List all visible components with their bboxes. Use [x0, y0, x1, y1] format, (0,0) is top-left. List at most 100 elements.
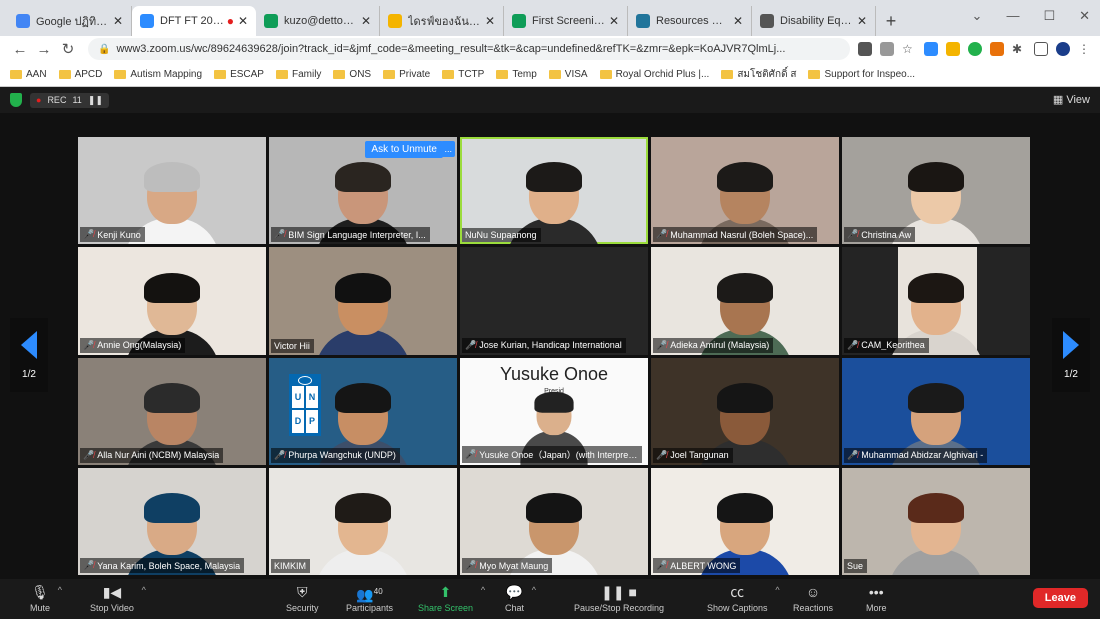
recording-indicator[interactable]: ● REC 11 ❚❚: [30, 92, 109, 108]
participant-name-tag: 🎤̸ Adieka Amirul (Malaysia): [653, 337, 774, 353]
participant-tile[interactable]: 🎤̸ Kenji Kuno: [78, 137, 266, 245]
captions-options-caret[interactable]: ^: [775, 585, 779, 595]
extension-icon-4[interactable]: [990, 42, 1004, 56]
new-tab-button[interactable]: +: [876, 6, 906, 36]
tab-favicon-icon: [388, 14, 402, 28]
security-shield-icon[interactable]: [10, 93, 22, 107]
bookmark-item[interactable]: Temp: [496, 69, 537, 80]
window-controls: ⌄ — ☐ ✕: [972, 8, 1090, 24]
reload-icon[interactable]: ↻: [56, 40, 80, 58]
forward-icon[interactable]: →: [32, 41, 56, 58]
browser-tab[interactable]: DFT FT 2021 ● ✕: [132, 6, 256, 36]
participant-tile[interactable]: 🎤̸ Muhammad Nasrul (Boleh Space)...: [651, 137, 839, 245]
participant-tile[interactable]: 🎤̸ Annie Ong(Malaysia): [78, 247, 266, 355]
arrow-left-icon: [21, 330, 37, 359]
next-page-button[interactable]: 1/2: [1052, 318, 1090, 392]
participant-tile[interactable]: Yusuke OnoePresid🎤̸Yusuke Onoe（Japan）(wi…: [460, 357, 648, 465]
share-options-caret[interactable]: ^: [481, 585, 485, 595]
tile-more-options-button[interactable]: ...: [441, 141, 455, 157]
close-tab-icon[interactable]: ✕: [361, 14, 371, 28]
view-button[interactable]: ▦ View: [1053, 93, 1090, 106]
participant-tile[interactable]: Sue: [842, 467, 1030, 575]
share-icon[interactable]: [880, 42, 894, 56]
participant-tile[interactable]: 🎤̸ Adieka Amirul (Malaysia): [651, 247, 839, 355]
back-icon[interactable]: ←: [8, 41, 32, 58]
folder-icon: [114, 69, 127, 79]
bookmark-item[interactable]: Family: [275, 69, 321, 80]
participant-tile[interactable]: Ask to Unmute... 🎤̸ BIM Sign Language Inte…: [269, 137, 457, 245]
close-tab-icon[interactable]: ✕: [733, 14, 743, 28]
browser-tab[interactable]: kuzo@dettonun ✕: [256, 6, 380, 36]
browser-tab[interactable]: Google ปฏิทิน - ✕: [8, 6, 132, 36]
participant-tile[interactable]: 🎤̸ Alla Nur Aini (NCBM) Malaysia: [78, 357, 266, 465]
participant-tile[interactable]: Victor Hii: [269, 247, 457, 355]
extension-icon-3[interactable]: [968, 42, 982, 56]
bookmark-item[interactable]: Royal Orchid Plus |...: [599, 69, 709, 80]
tab-search-icon[interactable]: ⌄: [972, 8, 983, 24]
participant-tile[interactable]: KIMKIM: [269, 467, 457, 575]
participant-tile[interactable]: 🎤̸ Joel Tangunan: [651, 357, 839, 465]
extension-icon-2[interactable]: [946, 42, 960, 56]
rec-text: REC: [47, 95, 67, 105]
participant-tile[interactable]: 🎤̸ ALBERT WONG: [651, 467, 839, 575]
star-icon[interactable]: ☆: [902, 42, 916, 56]
close-tab-icon[interactable]: ✕: [238, 14, 248, 28]
browser-tab[interactable]: Resources & Lin ✕: [628, 6, 752, 36]
participant-tile[interactable]: 🎤̸ Muhammad Abidzar Alghivari -: [842, 357, 1030, 465]
folder-icon: [58, 69, 71, 79]
close-tab-icon[interactable]: ✕: [609, 14, 619, 28]
puzzle-icon[interactable]: ✱: [1012, 42, 1026, 56]
close-window-icon[interactable]: ✕: [1079, 8, 1090, 24]
participant-tile[interactable]: 🎤̸ Christina Aw: [842, 137, 1030, 245]
security-button[interactable]: ⛨ Security: [286, 583, 319, 613]
leave-button[interactable]: Leave: [1032, 588, 1088, 608]
bookmark-item[interactable]: VISA: [548, 69, 588, 80]
bookmark-item[interactable]: Autism Mapping: [114, 69, 202, 80]
folder-icon: [214, 69, 227, 79]
menu-icon[interactable]: ⋮: [1078, 42, 1092, 56]
mute-button[interactable]: 🎙 Mute ^: [30, 583, 62, 613]
bookmark-item[interactable]: Support for Inspeo...: [808, 69, 915, 80]
mute-options-caret[interactable]: ^: [58, 585, 62, 595]
participant-tile[interactable]: 🎤̸ Yana Karim, Boleh Space, Malaysia: [78, 467, 266, 575]
participant-tile[interactable]: U N D P 🎤̸ Phurpa Wangchuk (UNDP): [269, 357, 457, 465]
camera-icon[interactable]: [858, 42, 872, 56]
participant-tile[interactable]: 🎤̸ Myo Myat Maung: [460, 467, 648, 575]
share-screen-icon: ⬆: [439, 584, 452, 600]
url-input[interactable]: 🔒 www3.zoom.us/wc/89624639628/join?track…: [88, 38, 850, 60]
bookmark-item[interactable]: ESCAP: [214, 69, 264, 80]
bookmark-item[interactable]: AAN: [10, 69, 47, 80]
close-tab-icon[interactable]: ✕: [113, 14, 123, 28]
minimize-icon[interactable]: —: [1006, 8, 1019, 24]
show-captions-button[interactable]: ㏄ Show Captions ^: [707, 583, 780, 613]
bookmark-item[interactable]: ONS: [333, 69, 371, 80]
chat-options-caret[interactable]: ^: [532, 585, 536, 595]
previous-page-button[interactable]: 1/2: [10, 318, 48, 392]
participant-tile[interactable]: 🎤̸ CAM_Keorithea: [842, 247, 1030, 355]
ask-to-unmute-button[interactable]: Ask to Unmute: [365, 141, 443, 158]
stop-video-button[interactable]: ▮◀ Stop Video ^: [90, 583, 146, 613]
pause-stop-recording-button[interactable]: ❚❚ ■ Pause/Stop Recording: [574, 583, 664, 613]
share-screen-button[interactable]: ⬆ Share Screen ^: [418, 583, 485, 613]
video-options-caret[interactable]: ^: [142, 585, 146, 595]
more-button[interactable]: ••• More: [866, 583, 887, 613]
close-tab-icon[interactable]: ✕: [857, 14, 867, 28]
bookmark-item[interactable]: สมโชติศักดิ์ ส: [721, 67, 796, 82]
chat-button[interactable]: 💬 Chat ^: [505, 583, 536, 613]
browser-tab[interactable]: First Screening ✕: [504, 6, 628, 36]
reactions-button[interactable]: ☺ Reactions: [793, 583, 833, 613]
browser-tab[interactable]: Disability Equal ✕: [752, 6, 876, 36]
folder-icon: [333, 69, 346, 79]
profile-avatar-icon[interactable]: [1056, 42, 1070, 56]
bookmark-item[interactable]: APCD: [58, 69, 102, 80]
participant-tile[interactable]: NuNu Supaanong: [460, 137, 648, 245]
bookmark-item[interactable]: Private: [383, 69, 430, 80]
sidebar-icon[interactable]: [1034, 42, 1048, 56]
participant-tile[interactable]: 🎤̸ Jose Kurian, Handicap International: [460, 247, 648, 355]
participants-button[interactable]: 👥40 Participants: [346, 583, 393, 613]
maximize-icon[interactable]: ☐: [1043, 8, 1055, 24]
browser-tab[interactable]: ไดรฟ์ของฉัน - Goo ✕: [380, 6, 504, 36]
close-tab-icon[interactable]: ✕: [485, 14, 495, 28]
extension-icon-1[interactable]: [924, 42, 938, 56]
bookmark-item[interactable]: TCTP: [442, 69, 484, 80]
